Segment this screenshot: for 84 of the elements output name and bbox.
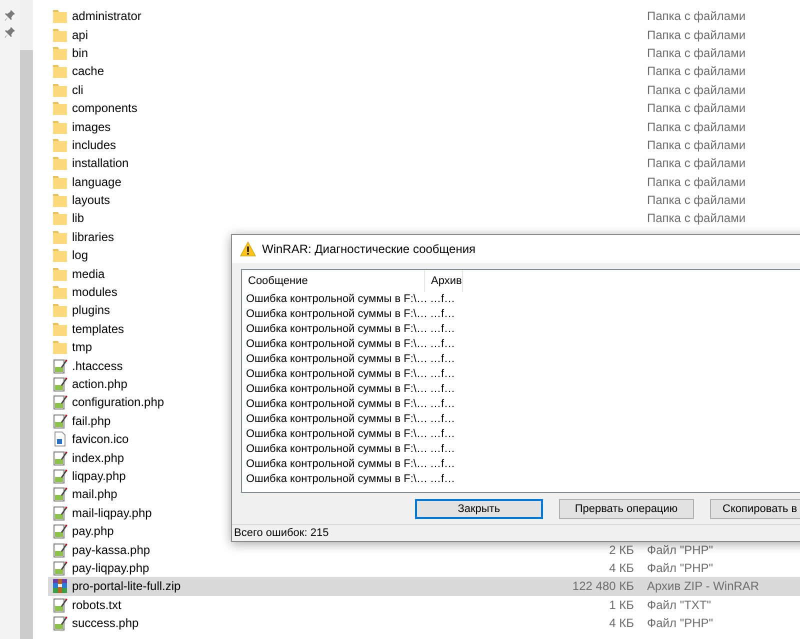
message-text: Ошибка контрольной суммы в F:\… (246, 337, 428, 352)
message-text: Ошибка контрольной суммы в F:\… (246, 442, 428, 458)
file-name: cli (72, 82, 84, 99)
archive-text: …f… (429, 337, 456, 352)
message-text: Ошибка контрольной суммы в F:\… (246, 397, 428, 412)
archive-text: …f… (429, 367, 456, 382)
file-name: liqpay.php (72, 468, 126, 485)
file-name: bin (72, 44, 88, 62)
file-name: pay-liqpay.php (72, 560, 150, 577)
file-name: mail.php (72, 486, 118, 504)
window-title: WinRAR: Диагностические сообщения (262, 241, 476, 258)
file-name: libraries (72, 228, 114, 246)
file-name: index.php (72, 450, 124, 467)
message-text: Ошибка контрольной суммы в F:\… (246, 412, 428, 428)
file-name: favicon.ico (72, 431, 129, 448)
archive-text: …f… (429, 442, 456, 458)
message-text: Ошибка контрольной суммы в F:\… (246, 307, 428, 322)
file-size: 4 КБ (608, 560, 634, 577)
archive-text: …f… (429, 322, 456, 338)
file-type: Папка с файлами (646, 174, 746, 191)
file-type: Папка с файлами (646, 100, 746, 118)
file-name: log (72, 247, 88, 264)
file-size: 4 КБ (608, 615, 634, 632)
file-name: administrator (72, 8, 142, 26)
message-text: Ошибка контрольной суммы в F:\… (246, 292, 428, 308)
file-name: mail-liqpay.php (72, 504, 152, 522)
file-name: templates (72, 320, 124, 338)
file-name: language (72, 174, 122, 191)
file-type: Папка с файлами (646, 26, 746, 44)
file-type: Файл "PHP" (646, 615, 714, 632)
file-size: 2 КБ (608, 542, 634, 559)
file-name: cache (72, 63, 104, 80)
archive-text: …f… (429, 352, 456, 368)
file-name: api (72, 26, 88, 44)
message-text: Ошибка контрольной суммы в F:\… (246, 322, 428, 338)
archive-text: …f… (429, 397, 456, 412)
file-name: plugins (72, 302, 110, 320)
file-name: .htaccess (72, 358, 123, 375)
file-type: Файл "PHP" (646, 560, 714, 577)
archive-text: …f… (429, 382, 456, 398)
archive-text: …f… (429, 427, 456, 442)
message-text: Ошибка контрольной суммы в F:\… (246, 352, 428, 368)
message-text: Ошибка контрольной суммы в F:\… (246, 427, 428, 442)
file-type: Папка с файлами (646, 136, 746, 154)
file-type: Файл "TXT" (646, 596, 712, 614)
file-size: 1 КБ (608, 596, 634, 614)
archive-text: …f… (429, 292, 456, 308)
file-name: images (72, 118, 111, 136)
file-type: Папка с файлами (646, 44, 746, 62)
file-name: layouts (72, 192, 110, 210)
file-type: Папка с файлами (646, 210, 746, 228)
file-name: includes (72, 136, 116, 154)
file-name: fail.php (72, 412, 111, 430)
archive-text: …f… (429, 412, 456, 428)
file-type: Папка с файлами (646, 8, 746, 26)
file-type: Файл "PHP" (646, 542, 714, 559)
file-type: Папка с файлами (646, 155, 746, 172)
file-type: Папка с файлами (646, 118, 746, 136)
archive-text: …f… (429, 307, 456, 322)
archive-text: …f… (429, 472, 456, 488)
file-name: tmp (72, 339, 92, 356)
file-name: action.php (72, 376, 128, 393)
file-type: Архив ZIP - WinRAR (646, 578, 760, 596)
file-name: installation (72, 155, 129, 172)
file-name: pro-portal-lite-full.zip (72, 578, 181, 596)
file-size: 122 480 КБ (571, 578, 634, 596)
file-name: robots.txt (72, 596, 122, 614)
file-name: components (72, 100, 138, 118)
file-name: media (72, 266, 105, 283)
file-name: configuration.php (72, 394, 164, 412)
file-name: lib (72, 210, 84, 228)
status-text: Всего ошибок: 215 (234, 526, 329, 541)
archive-text: …f… (429, 457, 456, 472)
file-type: Папка с файлами (646, 192, 746, 210)
message-text: Ошибка контрольной суммы в F:\… (246, 367, 428, 382)
file-name: modules (72, 284, 118, 302)
file-name: pay-kassa.php (72, 542, 150, 559)
message-text: Ошибка контрольной суммы в F:\… (246, 472, 428, 488)
file-name: pay.php (72, 523, 114, 540)
file-type: Папка с файлами (646, 82, 746, 99)
message-text: Ошибка контрольной суммы в F:\… (246, 382, 428, 398)
file-name: success.php (72, 615, 139, 632)
file-type: Папка с файлами (646, 63, 746, 80)
message-text: Ошибка контрольной суммы в F:\… (246, 457, 428, 472)
